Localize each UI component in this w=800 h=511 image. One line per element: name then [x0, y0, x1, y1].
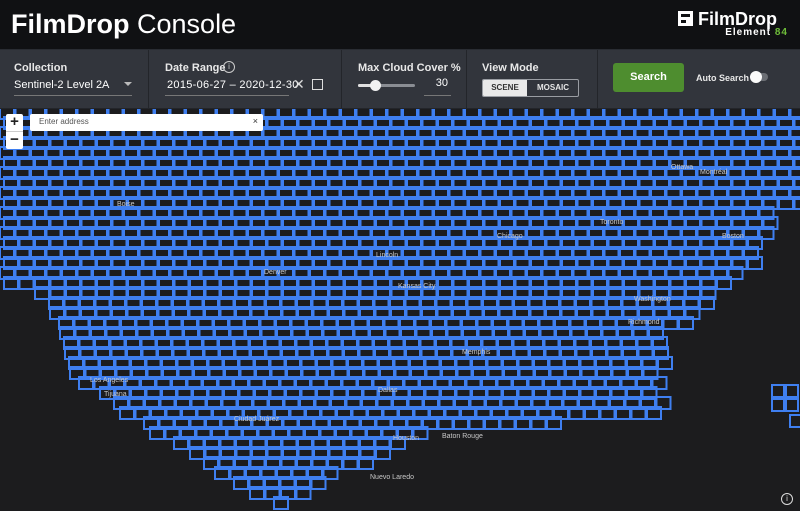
zoom-out-button[interactable]: − [6, 132, 23, 149]
view-mode-label: View Mode [482, 62, 539, 74]
map-city-label: Richmond [628, 319, 660, 326]
map-city-label: Tijuana [104, 391, 127, 398]
auto-search-toggle[interactable] [750, 71, 768, 83]
collection-select[interactable]: Collection Sentinel-2 Level 2A [14, 50, 132, 108]
cloud-cover-slider-thumb[interactable] [370, 80, 382, 91]
date-range-field[interactable]: Date Range i 2015-06-27 – 2020-12-30 ✕ [165, 50, 325, 108]
auto-search-toggle-knob [750, 71, 762, 83]
cloud-cover-label: Max Cloud Cover % [358, 62, 461, 74]
map-city-label: Washington [634, 296, 671, 303]
logo-sub-text: Element [725, 27, 772, 38]
map-city-label: Memphis [462, 349, 491, 356]
app-title: FilmDrop Console [11, 9, 236, 40]
view-mode-toggle: SCENE MOSAIC [482, 79, 579, 97]
map-city-label: Boston [722, 233, 744, 240]
map-city-label: Los Angeles [90, 377, 129, 384]
view-mode-control: View Mode SCENE MOSAIC [482, 50, 582, 108]
map-city-label: Ciudad Juárez [234, 416, 280, 423]
clear-date-icon[interactable]: ✕ [293, 76, 305, 93]
app-title-rest: Console [137, 9, 237, 39]
calendar-icon[interactable] [312, 79, 323, 90]
map-city-label: Chicago [497, 233, 523, 240]
address-placeholder: Enter address [39, 117, 89, 126]
scene-footprint[interactable] [771, 398, 785, 412]
map-city-label: Boise [117, 201, 135, 208]
top-bar: FilmDrop Console FilmDrop Element 84 [0, 0, 800, 50]
date-range-value[interactable]: 2015-06-27 – 2020-12-30 [167, 79, 299, 91]
map-city-label: Montréal [700, 169, 728, 176]
map-info-icon[interactable]: i [781, 493, 793, 505]
auto-search-label: Auto Search [696, 73, 750, 83]
cloud-cover-control: Max Cloud Cover % 30 [358, 50, 461, 108]
map-city-label: Kansas City [398, 283, 436, 290]
date-range-label: Date Range [165, 62, 226, 74]
zoom-in-button[interactable]: + [6, 114, 23, 132]
scene-footprint[interactable] [771, 384, 785, 398]
divider [341, 50, 342, 108]
map-city-label: Ottawa [671, 164, 694, 171]
date-range-underline [165, 95, 289, 96]
collection-label: Collection [14, 62, 68, 74]
map-city-label: Toronto [600, 219, 624, 226]
filmdrop-logo: FilmDrop Element 84 [678, 9, 788, 41]
view-mode-mosaic-button[interactable]: MOSAIC [528, 80, 578, 96]
filmdrop-logo-icon [678, 11, 693, 26]
app-title-bold: FilmDrop [11, 9, 130, 39]
collection-underline [14, 95, 132, 96]
collection-value[interactable]: Sentinel-2 Level 2A [14, 79, 109, 91]
search-button[interactable]: Search [613, 63, 684, 92]
map-city-label: Dallas [378, 387, 398, 394]
map-city-label: Denver [264, 269, 287, 276]
cloud-cover-input[interactable]: 30 [424, 77, 448, 89]
cloud-cover-slider[interactable] [358, 80, 415, 91]
clear-address-icon[interactable]: × [253, 116, 258, 126]
logo-sub-number: 84 [774, 27, 788, 38]
divider [148, 50, 149, 108]
map-city-label: Lincoln [376, 252, 399, 259]
scene-footprint[interactable] [785, 384, 799, 398]
logo-subtitle: Element 84 [725, 27, 788, 38]
scene-footprint[interactable] [789, 414, 800, 428]
divider [597, 50, 598, 108]
map-view[interactable]: Ottawa Montréal Boise Toronto Chicago Bo… [0, 109, 800, 511]
map-city-label: Baton Rouge [442, 433, 483, 440]
chevron-down-icon[interactable] [124, 82, 132, 86]
view-mode-scene-button[interactable]: SCENE [483, 80, 527, 96]
address-search-input[interactable]: Enter address × [30, 114, 263, 131]
divider [466, 50, 467, 108]
info-icon[interactable]: i [223, 61, 235, 73]
cloud-cover-underline [424, 95, 451, 96]
map-city-label: Houston [393, 435, 420, 442]
scene-footprint[interactable] [785, 398, 799, 412]
map-city-label: Nuevo Laredo [370, 474, 414, 481]
